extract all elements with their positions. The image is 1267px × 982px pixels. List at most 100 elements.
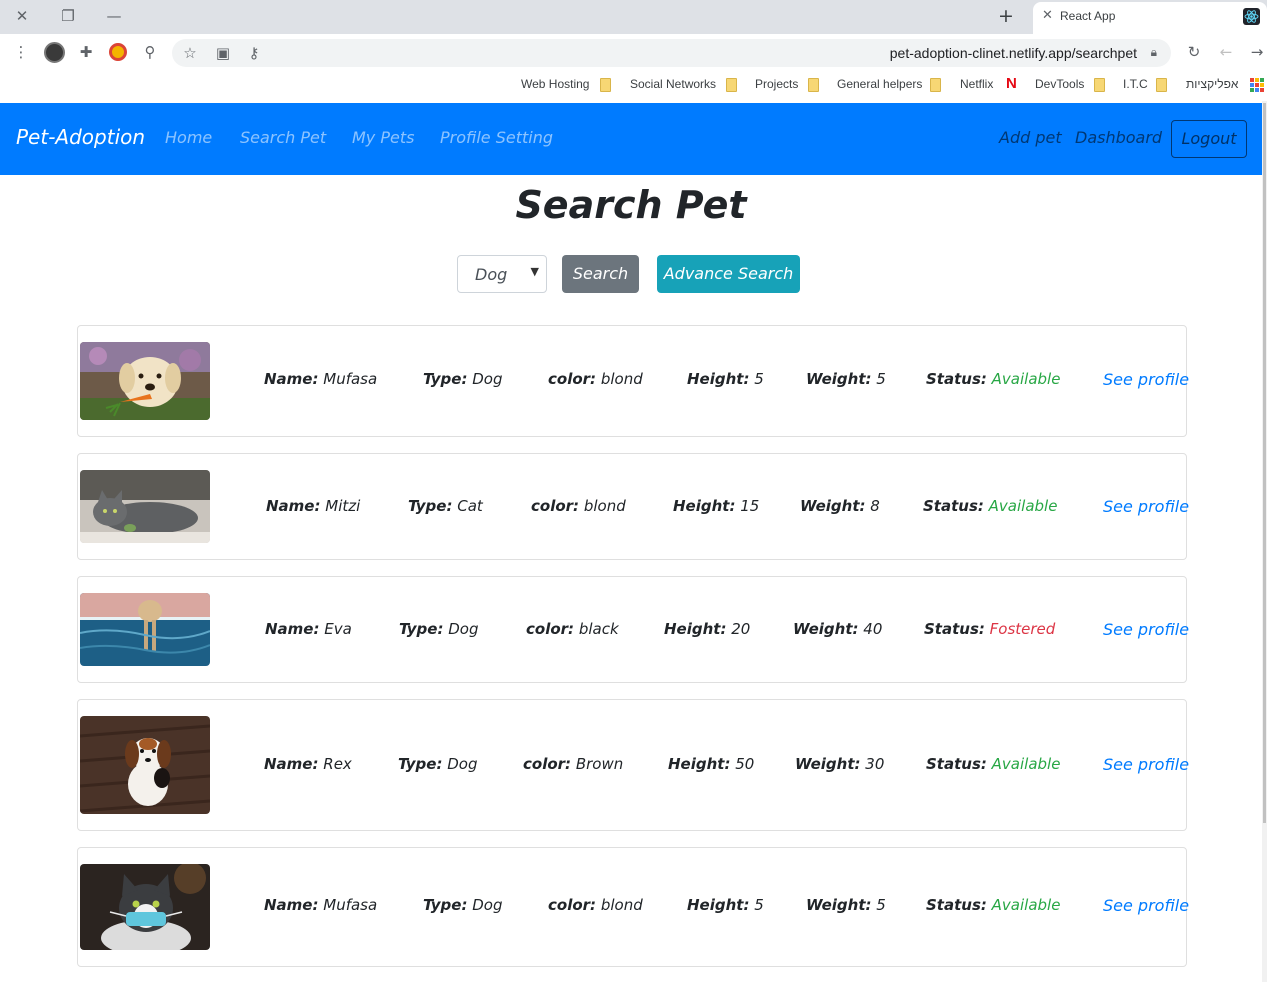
lock-icon[interactable]: 🔒︎ bbox=[1151, 45, 1157, 60]
see-profile-link[interactable]: See profile bbox=[1103, 497, 1189, 516]
url-text[interactable]: pet-adoption-clinet.netlify.app/searchpe… bbox=[890, 45, 1137, 61]
status-badge: Available bbox=[991, 755, 1061, 773]
extension-color-icon[interactable] bbox=[109, 43, 127, 61]
cast-icon[interactable]: ▣ bbox=[213, 43, 233, 63]
pet-status: Status: Available bbox=[926, 896, 1061, 914]
pet-name: Name: Rex bbox=[264, 755, 352, 773]
pet-height: Height: 50 bbox=[668, 755, 755, 773]
pet-card: Name: Mitzi Type: Cat color: blond Heigh… bbox=[77, 453, 1189, 560]
pet-height: Height: 15 bbox=[673, 497, 760, 515]
folder-icon bbox=[726, 78, 737, 92]
pet-name: Name: Mufasa bbox=[264, 896, 378, 914]
status-badge: Available bbox=[991, 370, 1061, 388]
pet-weight: Weight: 5 bbox=[806, 896, 886, 914]
reload-icon[interactable]: ↻ bbox=[1184, 42, 1204, 62]
pet-weight: Weight: 8 bbox=[800, 497, 880, 515]
folder-icon bbox=[930, 78, 941, 92]
pet-color: color: Brown bbox=[523, 755, 624, 773]
status-badge: Available bbox=[988, 497, 1058, 515]
see-profile-link[interactable]: See profile bbox=[1103, 370, 1189, 389]
pet-type: Type: Dog bbox=[398, 755, 478, 773]
pet-photo-grey-cat bbox=[80, 470, 210, 543]
nav-home[interactable]: Home bbox=[165, 128, 212, 147]
logout-button[interactable]: Logout bbox=[1171, 120, 1247, 158]
pet-color: color: blond bbox=[531, 497, 626, 515]
nav-dashboard[interactable]: Dashboard bbox=[1075, 128, 1162, 147]
advance-search-button[interactable]: Advance Search bbox=[657, 255, 800, 293]
restore-window-icon[interactable]: ❐ bbox=[55, 5, 81, 27]
pet-type: Type: Dog bbox=[423, 370, 503, 388]
profile-avatar[interactable] bbox=[44, 42, 65, 63]
pet-color: color: blond bbox=[548, 370, 643, 388]
pet-name: Name: Mufasa bbox=[264, 370, 378, 388]
netflix-logo-icon: N bbox=[1006, 75, 1017, 92]
pet-photo-beagle-puppy bbox=[80, 716, 210, 814]
forward-arrow-icon[interactable]: → bbox=[1247, 42, 1267, 62]
bookmark-general-helpers[interactable]: General helpers bbox=[837, 77, 922, 91]
pet-status: Status: Available bbox=[926, 755, 1061, 773]
status-badge: Available bbox=[991, 896, 1061, 914]
bookmark-devtools[interactable]: DevTools bbox=[1035, 77, 1084, 91]
browser-menu-icon[interactable]: ⋮ bbox=[11, 42, 31, 62]
bookmark-projects[interactable]: Projects bbox=[755, 77, 798, 91]
back-arrow-icon[interactable]: ← bbox=[1216, 42, 1236, 62]
extension-key-icon[interactable]: ⚲ bbox=[140, 42, 160, 62]
pet-type: Type: Dog bbox=[399, 620, 479, 638]
browser-toolbar: ⋮ ✚ ⚲ ☆ ▣ ⚷ pet-adoption-clinet.netlify.… bbox=[0, 34, 1267, 70]
extensions-puzzle-icon[interactable]: ✚ bbox=[76, 42, 96, 62]
bookmark-social-networks[interactable]: Social Networks bbox=[630, 77, 716, 91]
page-title: Search Pet bbox=[515, 183, 747, 227]
bookmark-star-icon[interactable]: ☆ bbox=[180, 43, 200, 63]
tab-close-icon[interactable]: ✕ bbox=[1042, 8, 1053, 23]
bookmark-apps[interactable]: אפליקציות bbox=[1186, 77, 1238, 91]
password-key-icon[interactable]: ⚷ bbox=[244, 43, 264, 63]
pet-height: Height: 20 bbox=[664, 620, 751, 638]
pet-card: Name: Eva Type: Dog color: black Height:… bbox=[77, 576, 1189, 683]
pet-type-selected: Dog bbox=[475, 265, 508, 284]
minimize-window-icon[interactable]: — bbox=[101, 5, 127, 27]
pet-weight: Weight: 5 bbox=[806, 370, 886, 388]
new-tab-icon[interactable]: + bbox=[998, 5, 1014, 27]
pet-color: color: black bbox=[526, 620, 619, 638]
folder-icon bbox=[808, 78, 819, 92]
nav-profile-setting[interactable]: Profile Setting bbox=[440, 128, 553, 147]
chevron-down-icon: ▼ bbox=[530, 265, 539, 278]
pet-weight: Weight: 30 bbox=[795, 755, 885, 773]
pet-type: Type: Cat bbox=[408, 497, 483, 515]
app-navbar: Pet-Adoption Home Search Pet My Pets Pro… bbox=[0, 103, 1262, 175]
browser-tab[interactable]: ✕ React App bbox=[1033, 2, 1267, 34]
see-profile-link[interactable]: See profile bbox=[1103, 755, 1189, 774]
pet-card: Name: Rex Type: Dog color: Brown Height:… bbox=[77, 699, 1189, 831]
pet-type: Type: Dog bbox=[423, 896, 503, 914]
pet-weight: Weight: 40 bbox=[793, 620, 883, 638]
pet-status: Status: Available bbox=[923, 497, 1058, 515]
folder-icon bbox=[1094, 78, 1105, 92]
pet-photo-swimming-dog bbox=[80, 593, 210, 666]
close-window-icon[interactable]: ✕ bbox=[9, 5, 35, 27]
pet-photo-golden-retriever bbox=[80, 342, 210, 420]
browser-tab-strip: ✕ ❐ — + ✕ React App bbox=[0, 0, 1267, 34]
folder-icon bbox=[600, 78, 611, 92]
see-profile-link[interactable]: See profile bbox=[1103, 620, 1189, 639]
pet-card: Name: Mufasa Type: Dog color: blond Heig… bbox=[77, 847, 1189, 967]
pet-name: Name: Mitzi bbox=[266, 497, 361, 515]
pet-status: Status: Fostered bbox=[924, 620, 1056, 638]
bookmark-web-hosting[interactable]: Web Hosting bbox=[521, 77, 589, 91]
bookmarks-bar: Web Hosting Social Networks Projects Gen… bbox=[0, 70, 1267, 101]
bookmark-itc[interactable]: I.T.C bbox=[1123, 77, 1148, 91]
pet-height: Height: 5 bbox=[687, 370, 764, 388]
pet-type-select[interactable]: Dog ▼ bbox=[457, 255, 547, 293]
pet-color: color: blond bbox=[548, 896, 643, 914]
page-scrollbar-thumb[interactable] bbox=[1263, 103, 1266, 823]
see-profile-link[interactable]: See profile bbox=[1103, 896, 1189, 915]
nav-my-pets[interactable]: My Pets bbox=[352, 128, 414, 147]
bookmark-netflix[interactable]: Netflix bbox=[960, 77, 993, 91]
search-button[interactable]: Search bbox=[562, 255, 639, 293]
apps-grid-icon[interactable] bbox=[1250, 78, 1264, 92]
address-bar[interactable]: ☆ ▣ ⚷ pet-adoption-clinet.netlify.app/se… bbox=[172, 39, 1171, 67]
nav-search-pet[interactable]: Search Pet bbox=[240, 128, 326, 147]
nav-add-pet[interactable]: Add pet bbox=[999, 128, 1062, 147]
pet-name: Name: Eva bbox=[265, 620, 352, 638]
status-badge: Fostered bbox=[989, 620, 1056, 638]
brand-logo[interactable]: Pet-Adoption bbox=[16, 125, 145, 149]
